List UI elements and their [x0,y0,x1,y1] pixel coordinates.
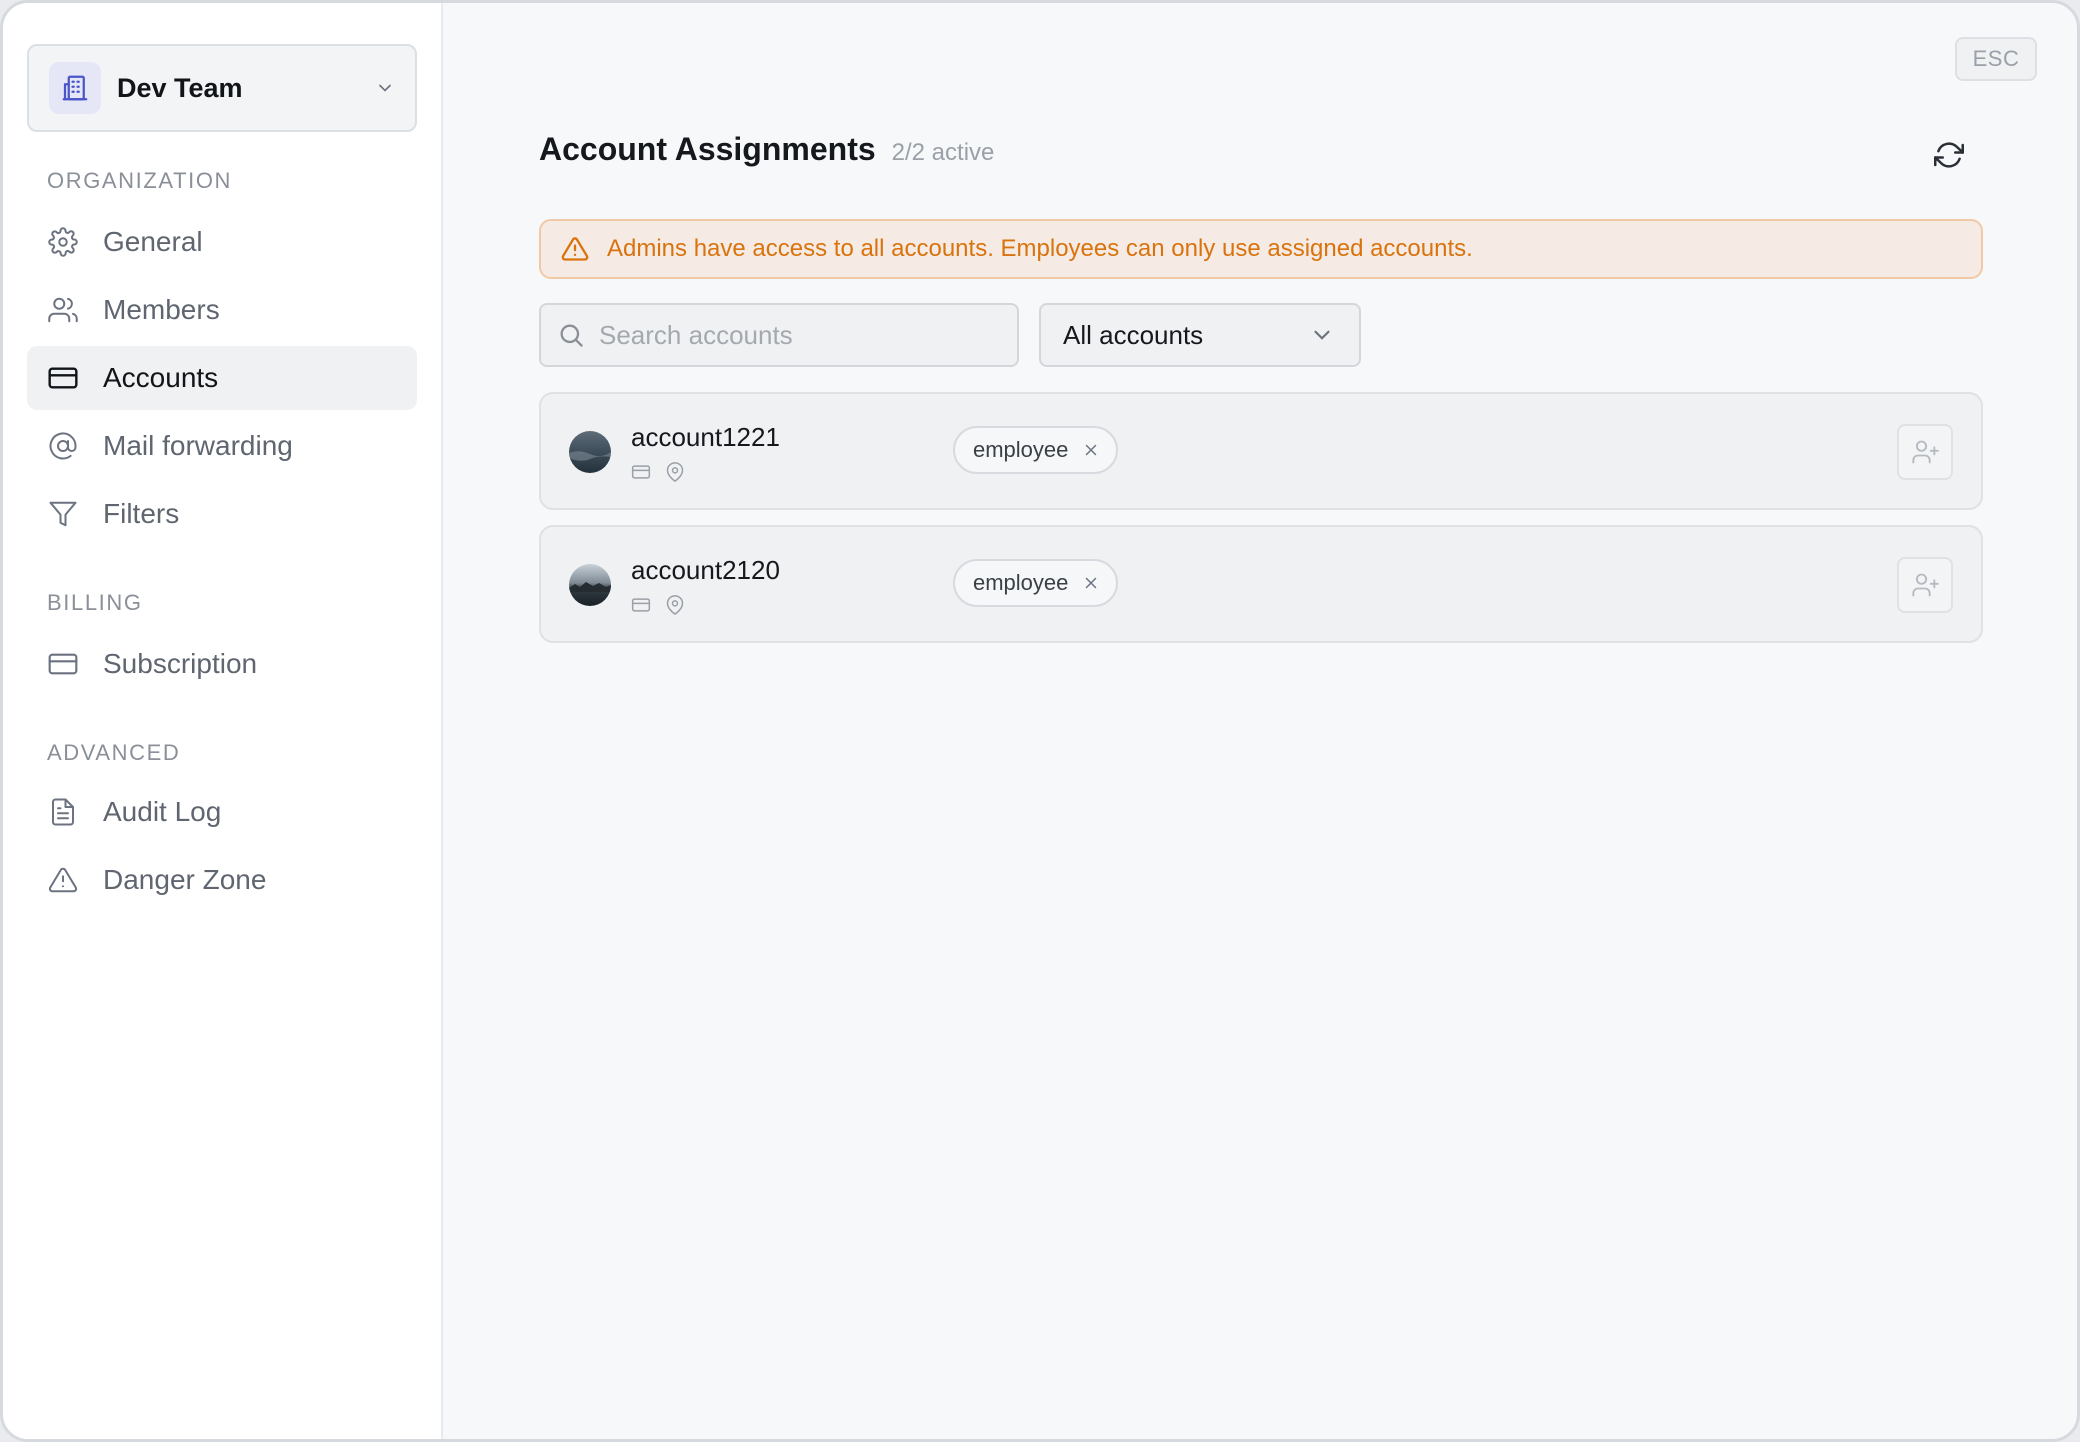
credit-card-icon [631,595,651,615]
sidebar-item-label: Mail forwarding [103,430,293,461]
sidebar-item-members[interactable]: Members [27,278,417,342]
sidebar-item-label: Filters [103,498,180,529]
avatar [569,564,611,606]
remove-role-icon[interactable] [1082,441,1100,459]
role-tag: employee [953,559,1119,607]
search-icon [557,321,585,349]
page-header: Account Assignments 2/2 active [539,131,994,168]
sidebar-item-label: Accounts [103,362,219,393]
active-count: 2/2 active [891,139,995,166]
sidebar-item-label: Audit Log [103,796,222,827]
info-alert: Admins have access to all accounts. Empl… [539,219,1983,279]
remove-role-icon[interactable] [1082,574,1100,592]
user-plus-icon [1911,438,1939,466]
account-name: account1221 [631,422,780,452]
account-filter-select[interactable]: All accounts [1039,303,1361,367]
warning-icon [47,864,79,896]
chevron-down-icon [1309,322,1335,348]
sidebar-item-mail-forwarding[interactable]: Mail forwarding [27,414,417,478]
account-row: account1221 employee [539,392,1983,510]
refresh-button[interactable] [1931,137,1967,173]
sidebar-item-danger-zone[interactable]: Danger Zone [27,848,417,912]
team-name: Dev Team [117,72,243,103]
at-sign-icon [47,430,79,462]
user-plus-icon [1911,571,1939,599]
filter-selected-value: All accounts [1063,319,1204,350]
location-pin-icon [665,595,685,615]
sidebar-item-label: Members [103,294,220,325]
role-tag: employee [953,426,1119,474]
role-label: employee [973,437,1069,462]
alert-text: Admins have access to all accounts. Empl… [607,235,1473,262]
assign-user-button[interactable] [1897,424,1953,480]
search-input[interactable] [599,319,999,351]
role-label: employee [973,570,1069,595]
users-icon [47,294,79,326]
sidebar-item-label: General [103,226,203,257]
sidebar-item-audit-log[interactable]: Audit Log [27,780,417,844]
team-switcher[interactable]: Dev Team [27,44,417,132]
sidebar-item-label: Danger Zone [103,864,267,895]
sidebar: Dev Team ORGANIZATION General Members Ac… [3,3,443,1439]
gear-icon [47,226,79,258]
account-meta [631,462,685,482]
sidebar-item-subscription[interactable]: Subscription [27,632,417,696]
main-panel: ESC Account Assignments 2/2 active Admin… [443,3,2077,1439]
section-label-organization: ORGANIZATION [47,168,233,193]
file-text-icon [47,796,79,828]
section-label-advanced: ADVANCED [47,740,181,765]
credit-card-icon [47,648,79,680]
filter-icon [47,498,79,530]
search-box[interactable] [539,303,1019,367]
settings-window: Dev Team ORGANIZATION General Members Ac… [0,0,2080,1442]
section-label-billing: BILLING [47,590,143,615]
chevron-down-icon [375,78,395,98]
account-name: account2120 [631,555,780,585]
account-meta [631,595,685,615]
credit-card-icon [631,462,651,482]
sidebar-item-general[interactable]: General [27,210,417,274]
page-title: Account Assignments [539,131,876,167]
credit-card-icon [47,362,79,394]
location-pin-icon [665,462,685,482]
sidebar-item-accounts[interactable]: Accounts [27,346,417,410]
avatar [569,431,611,473]
warning-icon [561,235,589,263]
account-row: account2120 employee [539,525,1983,643]
building-icon [49,62,101,114]
sidebar-item-label: Subscription [103,648,258,679]
refresh-icon [1934,140,1964,170]
esc-button[interactable]: ESC [1955,37,2037,81]
assign-user-button[interactable] [1897,557,1953,613]
sidebar-item-filters[interactable]: Filters [27,482,417,546]
